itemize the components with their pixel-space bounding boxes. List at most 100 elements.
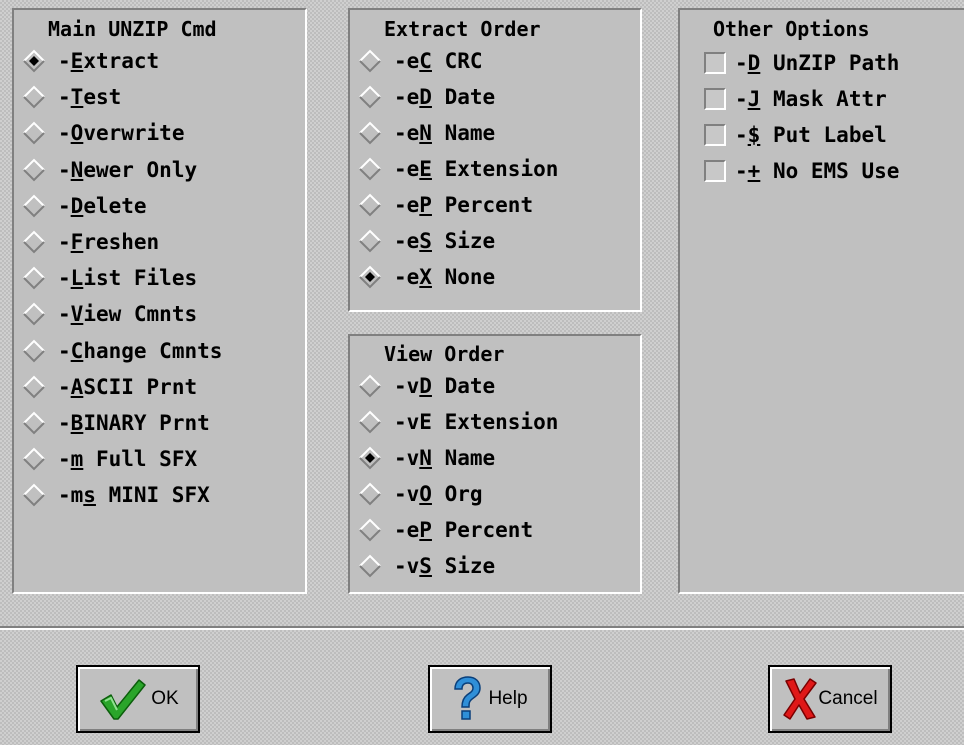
mnemonic-key: P bbox=[419, 193, 432, 217]
main-cmd-item[interactable]: -ms MINI SFX bbox=[19, 480, 210, 510]
main-cmd-item-label: -Newer Only bbox=[49, 158, 197, 182]
view-order-item[interactable]: -vD Date bbox=[355, 371, 495, 401]
main-cmd-item[interactable]: -Test bbox=[19, 82, 121, 112]
mnemonic-key: E bbox=[419, 157, 432, 181]
main-cmd-item-label: -BINARY Prnt bbox=[49, 411, 210, 435]
label-text: -v bbox=[394, 554, 420, 578]
view-order-item[interactable]: -eP Percent bbox=[355, 515, 533, 545]
other-option-item[interactable]: -J Mask Attr bbox=[704, 84, 887, 114]
label-text: - bbox=[735, 87, 748, 111]
radio-unselected-icon bbox=[23, 158, 45, 182]
extract-order-item[interactable]: -eS Size bbox=[355, 226, 495, 256]
main-cmd-item-label: -m Full SFX bbox=[49, 447, 197, 471]
checkmark-icon bbox=[97, 677, 147, 721]
main-cmd-item-label: -Change Cmnts bbox=[49, 339, 222, 363]
other-option-item-label: -D UnZIP Path bbox=[726, 51, 899, 75]
ok-button[interactable]: OK bbox=[76, 665, 200, 733]
label-text: - bbox=[735, 159, 748, 183]
view-order-item[interactable]: -vN Name bbox=[355, 443, 495, 473]
radio-unselected-icon bbox=[23, 85, 45, 109]
view-order-item[interactable]: -vS Size bbox=[355, 551, 495, 581]
label-text: - bbox=[58, 49, 71, 73]
main-cmd-item[interactable]: -Delete bbox=[19, 191, 147, 221]
extract-order-item[interactable]: -eP Percent bbox=[355, 190, 533, 220]
view-order-group: View Order -vD Date -vE Extension -vN Name… bbox=[348, 334, 642, 594]
label-text: iew Cmnts bbox=[83, 302, 198, 327]
checkbox[interactable] bbox=[704, 52, 726, 74]
extract-order-item[interactable]: -eE Extension bbox=[355, 154, 558, 184]
label-text: -e bbox=[394, 265, 420, 289]
radio-unselected-icon bbox=[23, 121, 45, 145]
label-text: - bbox=[58, 230, 71, 254]
extract-order-item[interactable]: -eC CRC bbox=[355, 46, 483, 76]
view-order-item[interactable]: -vO Org bbox=[355, 479, 483, 509]
x-mark-icon bbox=[782, 677, 818, 721]
label-text: -e bbox=[394, 229, 420, 253]
radio-selected-icon bbox=[359, 265, 381, 289]
extract-order-item[interactable]: -eD Date bbox=[355, 82, 495, 112]
extract-order-item-label: -eD Date bbox=[385, 85, 495, 109]
other-option-item[interactable]: -D UnZIP Path bbox=[704, 48, 899, 78]
radio-unselected-icon bbox=[359, 193, 381, 217]
label-text: -v bbox=[394, 374, 420, 398]
mnemonic-key: $ bbox=[747, 123, 761, 147]
question-mark-icon bbox=[452, 676, 482, 722]
label-text: Name bbox=[431, 121, 496, 145]
label-text: - bbox=[58, 302, 71, 327]
mnemonic-key: B bbox=[70, 411, 84, 435]
mnemonic-key: X bbox=[419, 265, 432, 289]
view-order-item-label: -vO Org bbox=[385, 482, 483, 506]
mnemonic-key: T bbox=[70, 85, 84, 110]
mnemonic-key: O bbox=[419, 482, 432, 506]
help-button[interactable]: Help bbox=[428, 665, 552, 733]
other-options-group: Other Options -D UnZIP Path -J Mask Attr -… bbox=[678, 8, 964, 594]
extract-order-item-label: -eS Size bbox=[385, 229, 495, 253]
view-order-item-label: -eP Percent bbox=[385, 518, 533, 542]
mnemonic-key: L bbox=[70, 266, 84, 291]
main-cmd-item[interactable]: -Overwrite bbox=[19, 118, 184, 148]
view-order-item[interactable]: -vE Extension bbox=[355, 407, 558, 437]
label-text: -e bbox=[394, 85, 420, 109]
checkbox[interactable] bbox=[704, 160, 726, 182]
main-cmd-item[interactable]: -ASCII Prnt bbox=[19, 372, 197, 402]
checkbox[interactable] bbox=[704, 88, 726, 110]
mnemonic-key: A bbox=[70, 374, 84, 399]
main-cmd-item[interactable]: -Extract bbox=[19, 46, 159, 76]
main-cmd-item[interactable]: -Freshen bbox=[19, 227, 159, 257]
radio-selected-icon bbox=[359, 446, 381, 470]
label-text: -e bbox=[394, 157, 420, 181]
label-text: -e bbox=[394, 49, 420, 73]
radio-unselected-icon bbox=[359, 482, 381, 506]
main-cmd-item[interactable]: -Newer Only bbox=[19, 155, 197, 185]
mnemonic-key: N bbox=[419, 121, 432, 145]
main-cmd-item[interactable]: -BINARY Prnt bbox=[19, 408, 210, 438]
radio-unselected-icon bbox=[23, 230, 45, 254]
cancel-button[interactable]: Cancel bbox=[768, 665, 892, 733]
label-text: elete bbox=[83, 193, 147, 218]
label-text: INARY Prnt bbox=[83, 411, 210, 435]
extract-order-item[interactable]: -eN Name bbox=[355, 118, 495, 148]
main-cmd-item[interactable]: -m Full SFX bbox=[19, 444, 197, 474]
other-option-item[interactable]: -+ No EMS Use bbox=[704, 156, 899, 186]
other-option-item[interactable]: -$ Put Label bbox=[704, 120, 887, 150]
label-text: -v bbox=[394, 482, 420, 506]
radio-unselected-icon bbox=[23, 411, 45, 435]
mnemonic-key: s bbox=[83, 483, 96, 508]
label-text: Mask Attr bbox=[760, 87, 887, 111]
checkbox[interactable] bbox=[704, 124, 726, 146]
label-text: - bbox=[735, 51, 748, 75]
main-cmd-item-label: -Freshen bbox=[49, 230, 159, 254]
radio-unselected-icon bbox=[23, 266, 45, 290]
main-cmd-item-label: -Delete bbox=[49, 194, 147, 218]
mnemonic-key: O bbox=[70, 121, 84, 146]
label-text: -v bbox=[394, 446, 420, 470]
cancel-button-label: Cancel bbox=[818, 688, 878, 709]
label-text: MINI SFX bbox=[95, 483, 210, 508]
extract-order-item[interactable]: -eX None bbox=[355, 262, 495, 292]
extract-order-title: Extract Order bbox=[384, 17, 541, 41]
mnemonic-key: D bbox=[419, 85, 432, 109]
main-cmd-item[interactable]: -Change Cmnts bbox=[19, 336, 222, 366]
radio-unselected-icon bbox=[23, 302, 45, 326]
main-cmd-item[interactable]: -View Cmnts bbox=[19, 299, 197, 329]
main-cmd-item[interactable]: -List Files bbox=[19, 263, 197, 293]
